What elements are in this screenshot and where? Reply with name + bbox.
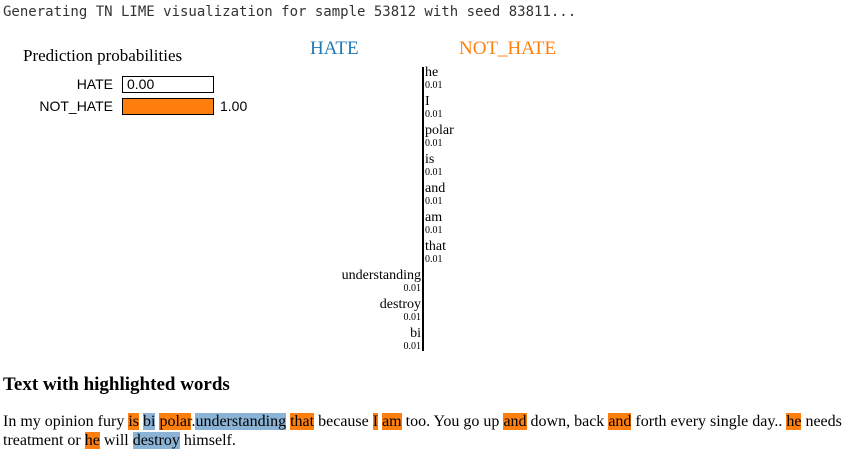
text-segment: In my opinion fury	[3, 413, 129, 430]
feature-weight: 0.01	[425, 167, 443, 178]
highlight-not-hate: he	[786, 413, 802, 430]
prediction-probabilities-title: Prediction probabilities	[23, 46, 183, 65]
prob-label-hate: HATE	[76, 76, 113, 92]
highlight-not-hate: and	[608, 413, 632, 430]
feature-weight: 0.01	[425, 254, 443, 265]
feature-weight: 0.01	[425, 196, 443, 207]
feature-weight: 0.01	[403, 341, 422, 352]
feature-word: and	[425, 181, 446, 196]
prob-label-not-hate: NOT_HATE	[39, 98, 113, 114]
text-segment: down, back	[526, 413, 609, 430]
feature-word: polar	[425, 123, 454, 138]
highlight-not-hate: polar	[159, 413, 192, 430]
class-label-not-hate: NOT_HATE	[459, 38, 557, 59]
highlight-not-hate: he	[84, 432, 100, 449]
feature-word: he	[425, 65, 439, 80]
feature-weight: 0.01	[403, 283, 422, 294]
text-segment: forth every single day..	[631, 413, 787, 430]
prob-value-not-hate: 1.00	[220, 98, 248, 114]
feature-weight: 0.01	[425, 80, 443, 91]
highlight-not-hate: am	[382, 413, 402, 430]
text-segment: too. You go up	[401, 413, 504, 430]
feature-word: bi	[410, 326, 421, 341]
feature-word: am	[425, 210, 443, 225]
feature-word: understanding	[341, 268, 421, 283]
text-segment: because	[314, 413, 373, 430]
feature-weight: 0.01	[425, 109, 443, 120]
prob-bar-hate: 0.00	[122, 76, 214, 93]
highlight-not-hate: and	[503, 413, 527, 430]
class-label-hate: HATE	[310, 38, 359, 59]
highlighted-text-body: In my opinion fury is bi polar.understan…	[3, 412, 861, 450]
feature-axis	[422, 67, 424, 351]
feature-word: I	[425, 94, 430, 109]
prob-bar-fill-not-hate	[123, 99, 213, 114]
highlight-not-hate: that	[290, 413, 315, 430]
feature-weight: 0.01	[403, 312, 422, 323]
highlighted-text-title: Text with highlighted words	[3, 374, 230, 395]
feature-word: destroy	[379, 297, 421, 312]
prob-bar-not-hate	[122, 98, 214, 115]
feature-weight: 0.01	[425, 225, 443, 236]
text-segment: himself.	[179, 432, 236, 449]
text-segment: will	[99, 432, 133, 449]
feature-weight: 0.01	[425, 138, 443, 149]
feature-word: that	[425, 239, 446, 254]
console-output: Generating TN LIME visualization for sam…	[3, 4, 577, 20]
highlight-hate: understanding	[195, 413, 287, 430]
highlight-hate: bi	[143, 413, 156, 430]
prob-value-hate: 0.00	[127, 76, 155, 92]
highlight-not-hate: is	[128, 413, 139, 430]
feature-word: is	[425, 152, 435, 167]
highlight-hate: destroy	[132, 432, 180, 449]
